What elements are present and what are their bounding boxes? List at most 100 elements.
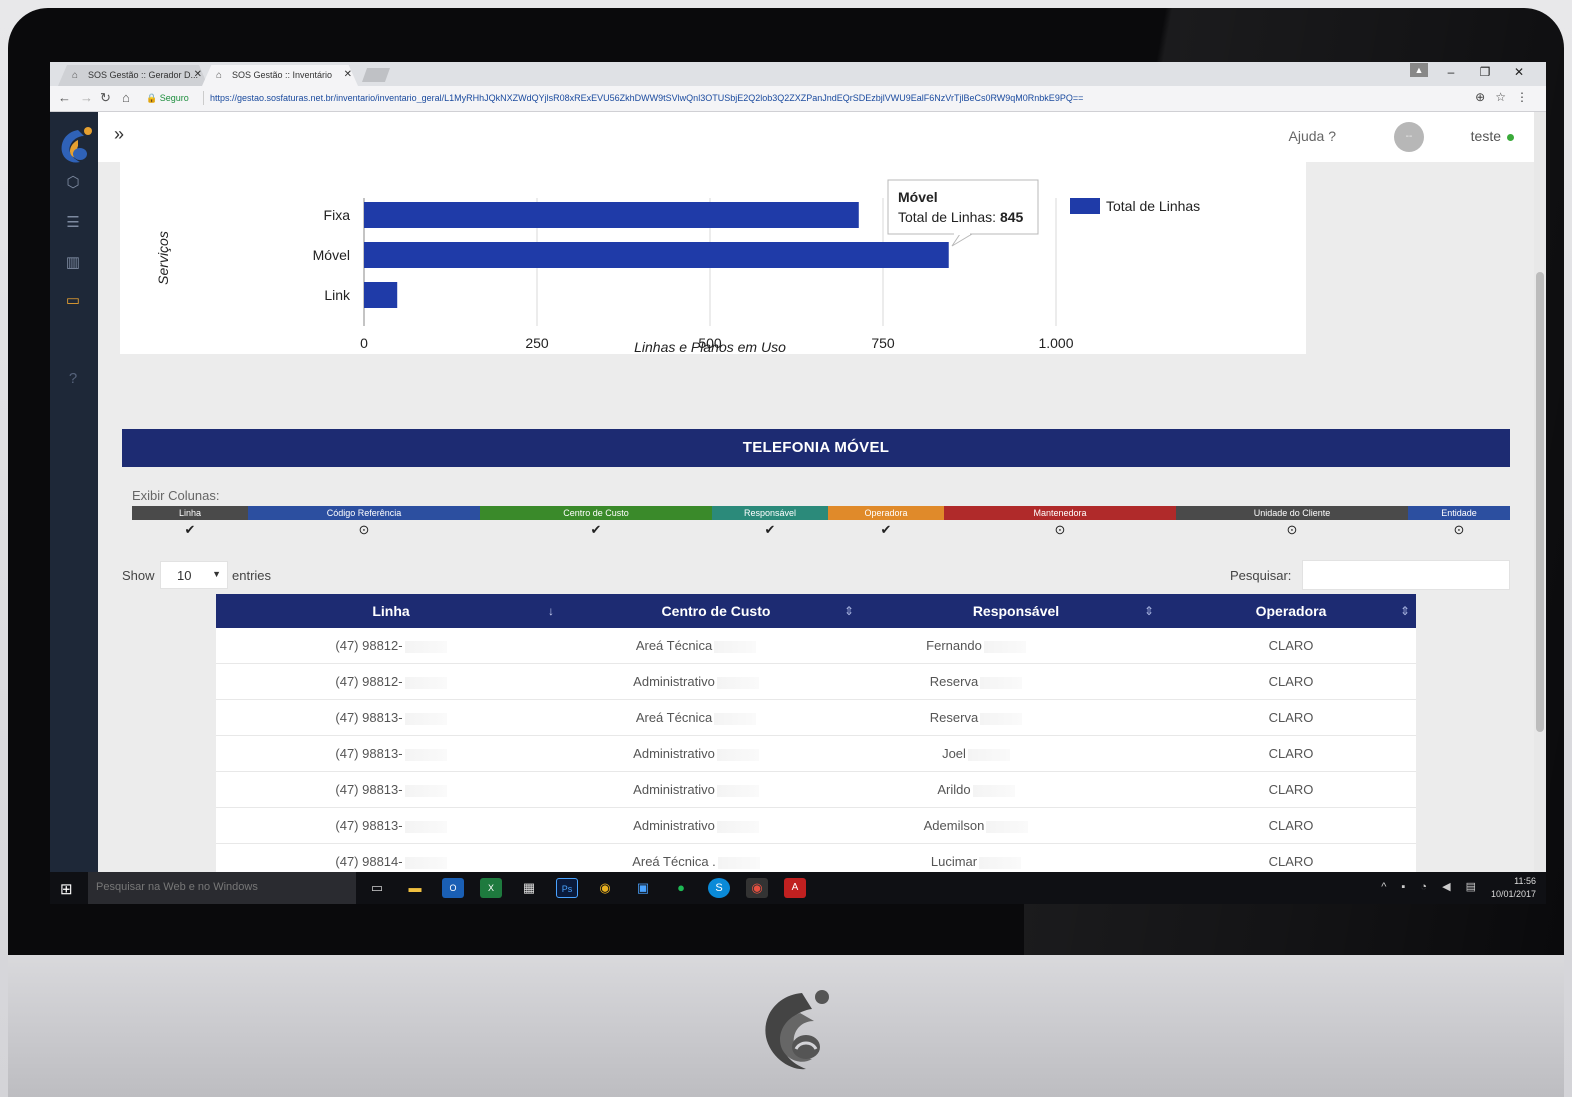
home-icon[interactable]: ⌂ <box>122 90 130 105</box>
column-toggle[interactable]: Responsável <box>712 506 828 520</box>
column-header-operadora[interactable]: Operadora ⇕ <box>1166 594 1416 628</box>
column-header-linha[interactable]: Linha ↓ <box>216 594 566 628</box>
column-header-centro-de-custo[interactable]: Centro de Custo ⇕ <box>566 594 866 628</box>
x-tick-label: 750 <box>871 335 895 351</box>
column-toggle[interactable]: Unidade do Cliente <box>1176 506 1408 520</box>
table-row[interactable]: (47) 98813- Administrativo Joel CLARO <box>216 736 1416 772</box>
mail-icon[interactable]: ▣ <box>632 878 654 898</box>
chrome-icon[interactable]: ◉ <box>594 878 616 898</box>
x-tick-label: 250 <box>525 335 549 351</box>
sort-icon[interactable]: ⇕ <box>1400 594 1410 628</box>
table-row[interactable]: (47) 98813- Administrativo Arildo CLARO <box>216 772 1416 808</box>
check-icon[interactable]: ✔ <box>480 522 712 538</box>
table-cell: CLARO <box>1268 782 1314 797</box>
column-toggle[interactable]: Operadora <box>828 506 944 520</box>
task-view-icon[interactable]: ▭ <box>366 878 388 898</box>
chart-card: Fixa Móvel Link 0 250 500 750 1.000 Linhas e P… <box>120 162 1306 355</box>
hidden-column-icon[interactable]: ⊙ <box>1176 522 1408 538</box>
table-cell: Reserva <box>866 700 1166 735</box>
column-toggle[interactable]: Código Referência <box>248 506 480 520</box>
check-icon[interactable]: ✔ <box>712 522 828 538</box>
user-menu[interactable]: teste <box>1471 128 1514 144</box>
help-link[interactable]: Ajuda ? <box>1289 128 1337 144</box>
excel-icon[interactable]: X <box>480 878 502 898</box>
scroll-thumb[interactable] <box>1536 272 1544 732</box>
column-toggle[interactable]: Mantenedora <box>944 506 1176 520</box>
bookmark-star-icon[interactable]: ☆ <box>1495 90 1516 104</box>
pdf-icon[interactable]: A <box>784 878 806 898</box>
table-row[interactable]: (47) 98813- Areá Técnica Reserva CLARO <box>216 700 1416 736</box>
entries-value: 10 <box>177 568 192 583</box>
url-field[interactable]: https://gestao.sosfaturas.net.br/inventa… <box>210 93 1270 103</box>
brand-logo <box>765 990 829 1070</box>
search-input[interactable] <box>1302 560 1510 590</box>
bar-fixa[interactable] <box>364 202 859 228</box>
taskbar-clock[interactable]: 11:56 10/01/2017 <box>1491 875 1536 901</box>
card-icon[interactable]: ▭ <box>62 290 84 312</box>
app-logo[interactable] <box>60 126 94 164</box>
spotify-icon[interactable]: ● <box>670 878 692 898</box>
forward-icon[interactable]: → <box>80 90 93 105</box>
back-icon[interactable]: ← <box>58 90 71 105</box>
column-header-responsavel[interactable]: Responsável ⇕ <box>866 594 1166 628</box>
profile-icon[interactable]: ▲ <box>1410 63 1428 77</box>
bar-link[interactable] <box>364 282 398 308</box>
bar-móvel[interactable] <box>364 242 949 268</box>
bar-chart-icon[interactable]: ▥ <box>62 252 84 274</box>
avatar[interactable]: -- <box>1394 122 1424 152</box>
hidden-column-icon[interactable]: ⊙ <box>248 522 480 538</box>
scrollbar[interactable] <box>1534 112 1546 872</box>
menu-icon[interactable]: ⋮ <box>1516 90 1538 104</box>
column-toggle[interactable]: Linha <box>132 506 248 520</box>
file-explorer-icon[interactable]: ▬ <box>404 878 426 898</box>
table-header: Linha ↓ Centro de Custo ⇕ Responsável ⇕ Ope… <box>216 594 1416 628</box>
chrome-active-icon[interactable]: ◉ <box>746 878 768 898</box>
reload-icon[interactable]: ↻ <box>100 90 111 106</box>
table-body: (47) 98812- Areá Técnica Fernando CLARO (47)… <box>216 628 1416 880</box>
tab-title: SOS Gestão :: Inventário <box>232 70 333 80</box>
column-toggle[interactable]: Centro de Custo <box>480 506 712 520</box>
show-label: Show <box>122 568 155 583</box>
table-cell: CLARO <box>1268 710 1314 725</box>
close-window-icon[interactable]: ✕ <box>1502 62 1536 86</box>
user-name: teste <box>1470 128 1501 144</box>
photoshop-icon[interactable]: Ps <box>556 878 578 898</box>
entries-select[interactable]: 10 ▼ <box>160 561 228 589</box>
column-toggles: Linha ✔ Código Referência ⊙ Centro de Custo ✔… <box>132 506 1510 544</box>
check-icon[interactable]: ✔ <box>132 522 248 538</box>
column-toggle[interactable]: Entidade <box>1408 506 1510 520</box>
outlook-icon[interactable]: O <box>442 878 464 898</box>
taskbar-search[interactable]: Pesquisar na Web e no Windows <box>88 872 356 904</box>
columns-label: Exibir Colunas: <box>132 488 220 503</box>
browser-tab[interactable]: ⌂ SOS Gestão :: Gerador D... ✕ <box>58 65 208 86</box>
calculator-icon[interactable]: ▦ <box>518 878 540 898</box>
minimize-icon[interactable]: – <box>1434 62 1468 86</box>
sort-icon[interactable]: ⇕ <box>1144 594 1154 628</box>
table-row[interactable]: (47) 98812- Administrativo Reserva CLARO <box>216 664 1416 700</box>
app-topbar: Ajuda ? -- teste <box>98 112 1534 162</box>
hidden-column-icon[interactable]: ⊙ <box>944 522 1176 538</box>
list-icon[interactable]: ☰ <box>62 212 84 234</box>
table-cell: Administrativo <box>566 736 866 771</box>
zoom-icon[interactable]: ⊕ <box>1475 90 1495 104</box>
check-icon[interactable]: ✔ <box>828 522 944 538</box>
secure-badge[interactable]: 🔒 Seguro <box>146 93 189 104</box>
close-icon[interactable]: ✕ <box>194 69 202 80</box>
expand-sidebar-icon[interactable]: » <box>114 124 124 145</box>
table-row[interactable]: (47) 98813- Administrativo Ademilson CLARO <box>216 808 1416 844</box>
sort-icon[interactable]: ⇕ <box>844 594 854 628</box>
skype-icon[interactable]: S <box>708 878 730 898</box>
system-tray[interactable]: ^ ▪ ◔ ◀ ▤ <box>1381 880 1482 893</box>
sort-down-icon[interactable]: ↓ <box>548 594 554 628</box>
close-icon[interactable]: ✕ <box>344 69 352 80</box>
hidden-column-icon[interactable]: ⊙ <box>1408 522 1510 538</box>
browser-tab-active[interactable]: ⌂ SOS Gestão :: Inventário ✕ <box>202 65 358 86</box>
x-axis-label: Linhas e Planos em Uso <box>634 339 786 354</box>
restore-icon[interactable]: ❐ <box>1468 62 1502 86</box>
cube-icon[interactable]: ⬡ <box>62 172 84 194</box>
date: 10/01/2017 <box>1490 889 1536 899</box>
help-icon[interactable]: ? <box>62 368 84 390</box>
windows-start-icon[interactable]: ⊞ <box>60 880 73 898</box>
table-row[interactable]: (47) 98812- Areá Técnica Fernando CLARO <box>216 628 1416 664</box>
new-tab-button[interactable] <box>362 68 390 82</box>
